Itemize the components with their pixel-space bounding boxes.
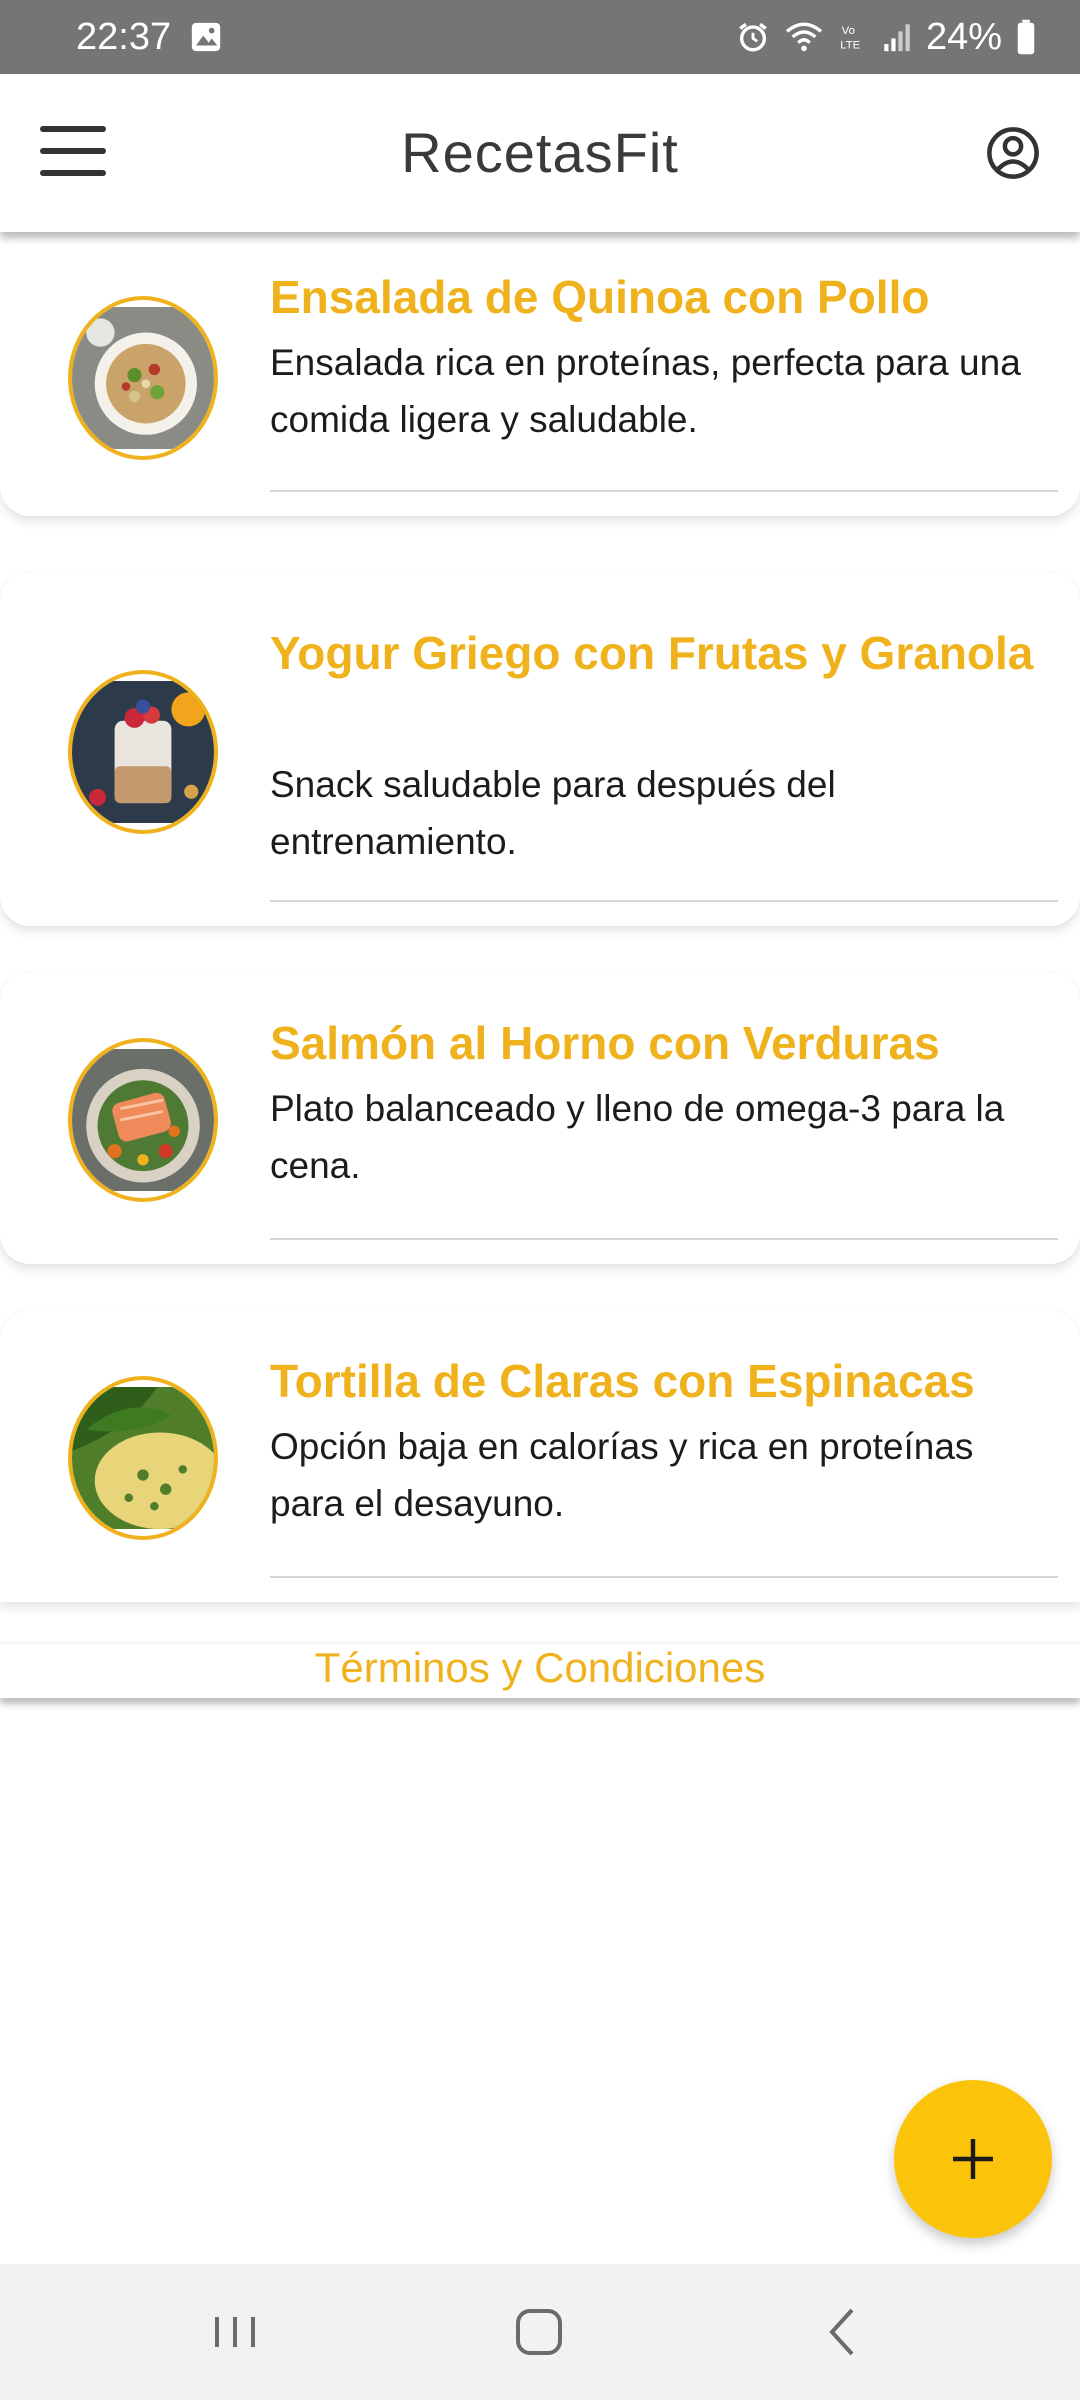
card-divider [270,1238,1058,1240]
gallery-icon [189,20,223,54]
status-bar: 22:37 Vo LTE 24% [0,0,1080,74]
recipe-description: Snack saludable para después del entrena… [270,764,836,862]
greek-yogurt-image [68,670,218,834]
app-title: RecetasFit [401,121,679,184]
baked-salmon-image [68,1038,218,1202]
recipe-title: Yogur Griego con Frutas y Granola [270,627,1034,679]
battery-percentage: 24% [925,15,1002,58]
system-nav-bar [0,2264,1080,2400]
volte-icon: Vo LTE [838,20,868,54]
recipe-title: Salmón al Horno con Verduras [270,1017,940,1069]
recipe-card[interactable]: Tortilla de Claras con Espinacas Opción … [0,1310,1080,1602]
recipe-title: Ensalada de Quinoa con Pollo [270,271,930,323]
plus-icon [953,2139,993,2179]
recipe-description: Plato balanceado y lleno de omega-3 para… [270,1088,1005,1186]
card-divider [270,900,1058,902]
svg-text:LTE: LTE [840,39,860,51]
card-divider [270,1576,1058,1578]
quinoa-salad-image [68,296,218,460]
wifi-icon [784,20,824,54]
add-recipe-button[interactable] [894,2080,1052,2238]
signal-icon [882,20,912,54]
home-icon[interactable] [504,2302,574,2362]
app-bar: RecetasFit [0,74,1080,232]
battery-icon [1016,19,1036,55]
back-icon[interactable] [808,2302,878,2362]
recipe-card[interactable]: Salmón al Horno con Verduras Plato balan… [0,972,1080,1264]
footer-bar: Términos y Condiciones [0,1644,1080,1698]
card-divider [270,490,1058,492]
recent-apps-icon[interactable] [200,2302,270,2362]
account-circle-icon[interactable] [986,126,1040,180]
spinach-omelette-image [68,1376,218,1540]
recipe-card[interactable]: Yogur Griego con Frutas y Granola Snack … [0,572,1080,926]
recipe-description: Ensalada rica en proteínas, perfecta par… [270,342,1021,440]
status-time: 22:37 [76,15,172,58]
alarm-icon [736,20,770,54]
svg-text:Vo: Vo [842,25,855,37]
recipe-description: Opción baja en calorías y rica en proteí… [270,1426,974,1524]
terms-link[interactable]: Términos y Condiciones [315,1644,766,1691]
recipe-card[interactable]: Ensalada de Quinoa con Pollo Ensalada ri… [0,222,1080,516]
recipe-title: Tortilla de Claras con Espinacas [270,1355,975,1407]
